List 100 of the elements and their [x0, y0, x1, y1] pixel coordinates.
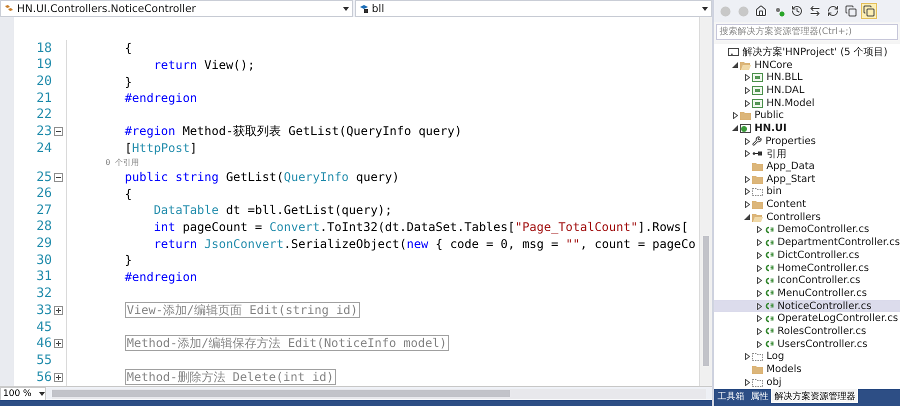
- tree-item[interactable]: NoticeController.cs: [714, 300, 900, 312]
- expand-arrow-icon[interactable]: [744, 74, 750, 82]
- expand-arrow-icon[interactable]: [756, 277, 762, 284]
- vertical-scrollbar[interactable]: [699, 17, 712, 386]
- folder-icon: [740, 110, 752, 122]
- expand-arrow-icon[interactable]: [756, 315, 762, 322]
- search-field[interactable]: 搜索解决方案资源管理器(Ctrl+;): [716, 24, 898, 40]
- expand-arrow-icon[interactable]: [756, 226, 762, 234]
- tree-item[interactable]: Properties: [714, 134, 900, 148]
- folder-icon: [752, 376, 764, 388]
- csharp-file-icon: [764, 238, 774, 247]
- refresh-icon[interactable]: [826, 4, 840, 18]
- tree-item[interactable]: DepartmentController.cs: [714, 236, 900, 249]
- tree-item[interactable]: HN.Model: [714, 96, 900, 110]
- tree-item[interactable]: IconController.cs: [714, 274, 900, 288]
- expand-arrow-icon[interactable]: [756, 252, 762, 259]
- tree-item[interactable]: App_Data: [714, 160, 900, 173]
- collapse-arrow-icon[interactable]: [732, 62, 738, 68]
- tree-item[interactable]: HNCore: [714, 58, 900, 72]
- expand-arrow-icon[interactable]: [744, 100, 750, 107]
- code-line: #region Method-获取列表 GetList(QueryInfo query): [124, 124, 462, 138]
- panel-tab[interactable]: 解决方案资源管理器: [771, 389, 858, 403]
- expand-arrow-icon[interactable]: [756, 290, 762, 297]
- reference-count[interactable]: 0 个引用: [106, 158, 140, 168]
- collapse-icon[interactable]: [54, 172, 63, 182]
- line-number: 31: [35, 269, 52, 284]
- csharp-file-icon: [764, 226, 774, 234]
- expand-arrow-icon[interactable]: [744, 353, 750, 360]
- tree-item[interactable]: 引用: [714, 148, 900, 160]
- tree-item[interactable]: App_Start: [714, 172, 900, 186]
- line-number: 20: [35, 74, 52, 90]
- copy-icon[interactable]: [844, 4, 858, 18]
- expand-arrow-icon[interactable]: [744, 188, 750, 196]
- tree-item[interactable]: HN.DAL: [714, 84, 900, 97]
- folder-icon: [752, 174, 764, 185]
- line-number: 24: [35, 140, 52, 156]
- csharp-file-icon: [764, 276, 774, 285]
- tree-item[interactable]: Models: [714, 363, 900, 376]
- type-dropdown[interactable]: HN.UI.Controllers.NoticeController: [0, 0, 353, 17]
- member-dropdown[interactable]: bll: [354, 0, 712, 17]
- zoom-dropdown[interactable]: 100 %: [0, 386, 46, 400]
- tree-item[interactable]: UsersController.cs: [714, 338, 900, 350]
- code-line: #endregion: [124, 91, 198, 106]
- csharp-file-icon: [764, 264, 774, 272]
- expand-arrow-icon[interactable]: [744, 86, 750, 94]
- history-icon[interactable]: [790, 4, 804, 18]
- expand-arrow-icon[interactable]: [756, 302, 762, 310]
- tree-item[interactable]: 解决方案'HNProject' (5 个项目): [714, 46, 900, 59]
- expand-arrow-icon[interactable]: [756, 328, 762, 335]
- collapsed-region[interactable]: View-添加/编辑页面 Edit(string id): [124, 302, 360, 318]
- tree-item[interactable]: OperateLogController.cs: [714, 312, 900, 326]
- tree-item[interactable]: MenuController.cs: [714, 287, 900, 300]
- expand-arrow-icon[interactable]: [732, 112, 738, 120]
- line-number: 46: [35, 336, 52, 352]
- tree-item[interactable]: Content: [714, 198, 900, 211]
- expand-arrow-icon[interactable]: [744, 378, 750, 386]
- tree-item[interactable]: RolesController.cs: [714, 325, 900, 338]
- collapse-arrow-icon[interactable]: [732, 125, 738, 132]
- expand-arrow-icon[interactable]: [744, 201, 750, 208]
- horizontal-scrollbar[interactable]: [52, 388, 706, 398]
- tree-item[interactable]: Public: [714, 109, 900, 122]
- expand-icon[interactable]: [54, 372, 63, 382]
- home-icon[interactable]: [754, 4, 768, 18]
- line-number: 29: [35, 236, 52, 252]
- panel-tab[interactable]: 工具箱: [714, 389, 748, 403]
- expand-arrow-icon[interactable]: [744, 150, 750, 158]
- tree-item[interactable]: HomeController.cs: [714, 262, 900, 274]
- tree-item[interactable]: HN.UI: [714, 122, 900, 135]
- tree-item[interactable]: Controllers: [714, 210, 900, 224]
- csharp-file-icon: [764, 327, 774, 336]
- line-number: 32: [35, 286, 52, 301]
- expand-icon[interactable]: [54, 306, 63, 315]
- expand-arrow-icon[interactable]: [756, 239, 762, 246]
- tree-item[interactable]: Log: [714, 350, 900, 364]
- collapsed-region[interactable]: Method-添加/编辑保存方法 Edit(NoticeInfo model): [124, 335, 449, 352]
- expand-arrow-icon[interactable]: [756, 340, 762, 348]
- collapse-arrow-icon[interactable]: [744, 214, 750, 220]
- tree-item[interactable]: DictController.cs: [714, 249, 900, 262]
- panel-tab[interactable]: 属性: [747, 389, 772, 403]
- expand-arrow-icon[interactable]: [756, 264, 762, 272]
- project-icon: [752, 72, 764, 84]
- expand-arrow-icon[interactable]: [744, 176, 750, 183]
- code-line: [HttpPost]: [124, 141, 198, 156]
- folder-icon: [752, 212, 764, 223]
- collapsed-region[interactable]: Method-删除方法 Delete(int id): [124, 368, 336, 385]
- line-number: 23: [35, 124, 52, 140]
- expand-arrow-icon[interactable]: [744, 138, 750, 145]
- collapse-icon[interactable]: [54, 127, 63, 136]
- line-number: 26: [35, 186, 52, 202]
- tree-item[interactable]: bin: [714, 186, 900, 198]
- wrench-icon: [752, 136, 762, 146]
- code-line: {: [124, 41, 132, 56]
- line-number: 56: [35, 370, 52, 385]
- tree-item[interactable]: HN.BLL: [714, 71, 900, 84]
- class-icon: [4, 4, 14, 13]
- tree-item[interactable]: obj: [714, 376, 900, 389]
- tree-item[interactable]: DemoController.cs: [714, 224, 900, 236]
- expand-icon[interactable]: [54, 339, 63, 348]
- code-line: #endregion: [124, 270, 198, 284]
- sync-icon[interactable]: [808, 4, 822, 18]
